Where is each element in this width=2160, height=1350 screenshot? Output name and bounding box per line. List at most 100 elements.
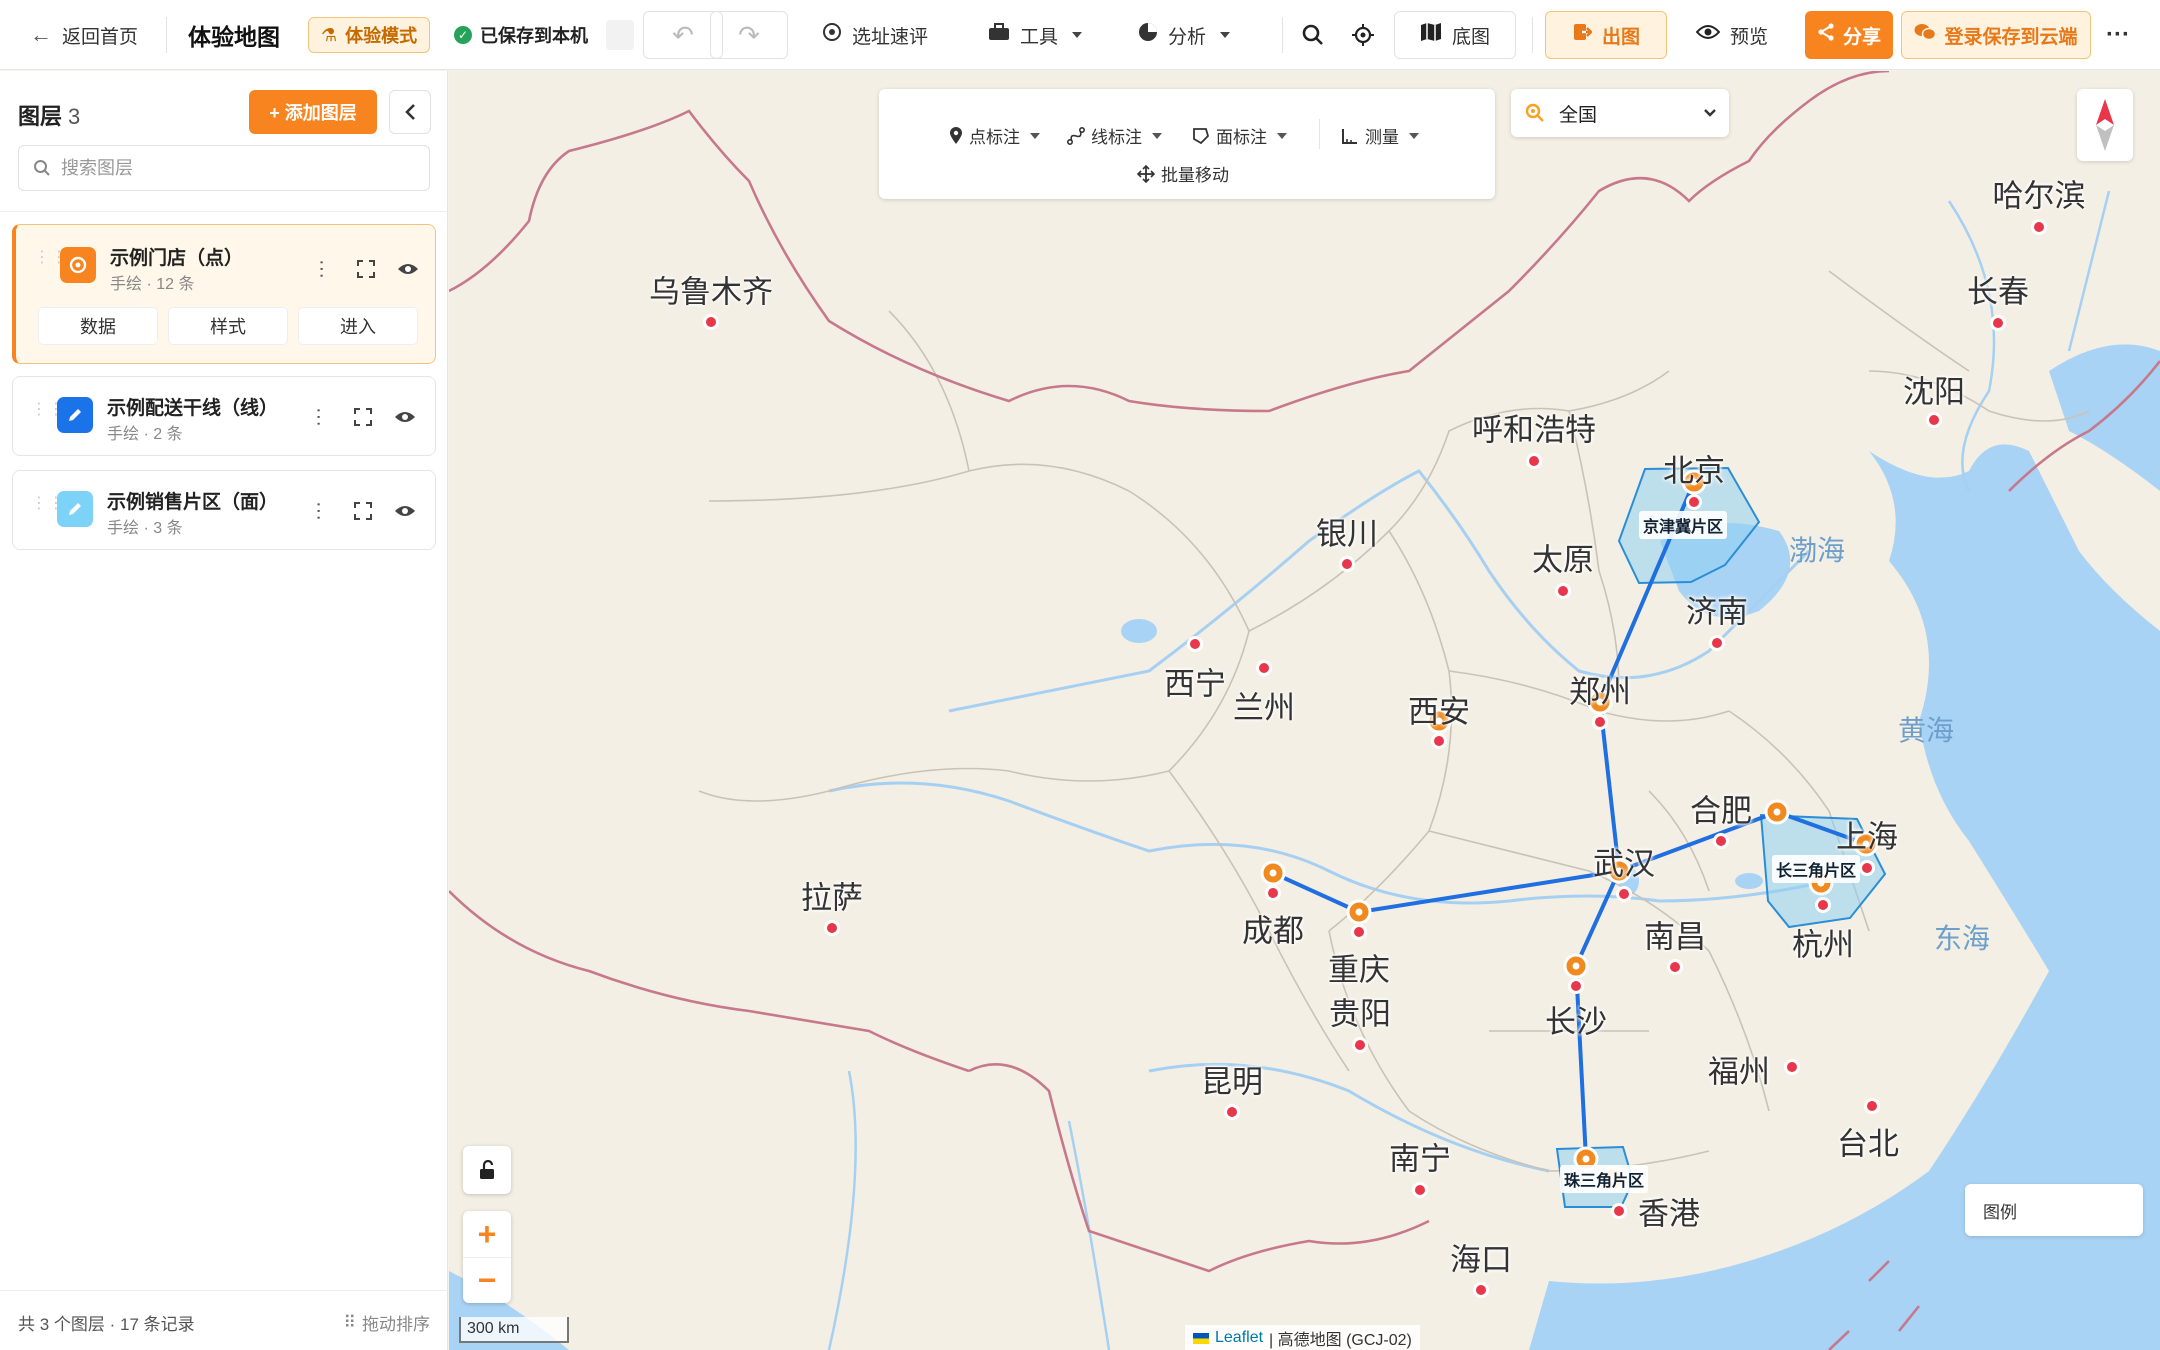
city-dot [1352,1037,1368,1053]
leaflet-link[interactable]: Leaflet [1215,1329,1263,1347]
layer-visibility-toggle[interactable] [394,255,422,283]
city-dot [1339,556,1355,572]
add-layer-button[interactable]: + 添加图层 [249,90,377,134]
city-dot [1815,897,1831,913]
layer-tab-data[interactable]: 数据 [38,307,158,345]
national-border [968,1063,1430,1273]
fullscreen-icon [354,502,372,520]
analysis-menu[interactable]: 分析 [1138,0,1231,70]
zoom-in-button[interactable]: + [463,1211,511,1257]
collapse-panel-button[interactable] [389,90,431,134]
basemap-button[interactable]: 底图 [1394,11,1516,59]
layer-item-regions[interactable]: ⋮⋮ 示例销售片区（面） 手绘 · 3 条 ··· [12,470,436,550]
layer-zoom-extent-button[interactable] [352,255,380,283]
store-marker [1260,860,1286,886]
city-label: 银川 [1316,516,1378,552]
eye-icon [398,264,418,274]
compass-icon [2096,99,2114,151]
zoom-out-button[interactable]: − [463,1257,511,1303]
saved-status: ✓ 已保存到本机 [442,17,600,53]
compass-button[interactable] [2077,89,2133,161]
measure-tool[interactable]: 测量 [1341,123,1419,148]
city-dot [1990,315,2006,331]
toolbox-icon [988,23,1010,47]
city-label: 台北 [1837,1126,1899,1162]
layer-name: 示例配送干线（线） [107,398,279,419]
eye-icon [395,412,415,422]
city-dot [1351,924,1367,940]
divider [1532,17,1533,53]
area-annotation-tool[interactable]: 面标注 [1192,123,1287,148]
experience-mode-badge[interactable]: ⚗ 体验模式 [308,17,431,53]
layer-more-button[interactable]: ··· [305,497,333,525]
chevron-down-icon [1277,132,1287,139]
legend-panel[interactable]: 图例 [1965,1184,2143,1236]
layer-visibility-toggle[interactable] [391,403,419,431]
layer-tab-style[interactable]: 样式 [168,307,288,345]
vertical-dots-icon: ··· [308,501,330,521]
layer-count: 3 [68,104,81,129]
city-label: 武汉 [1593,846,1655,882]
share-icon [1817,23,1835,47]
site-eval-button[interactable]: 选址速评 [822,0,928,70]
sea-area [1869,444,2160,1071]
arrow-left-icon: ← [30,22,52,47]
city-label: 郑州 [1569,674,1631,710]
truncated-chip [606,20,634,50]
undo-icon: ↶ [672,19,694,50]
city-dot [1864,1098,1880,1114]
redo-button[interactable]: ↷ [710,11,788,59]
layer-tab-enter[interactable]: 进入 [298,307,418,345]
batch-move-tool[interactable]: 批量移动 [1137,161,1229,186]
region-selector[interactable]: 全国 [1511,89,1729,137]
map-canvas[interactable]: 乌鲁木齐 哈尔滨 长春 沈阳 呼和浩特 北京 银川 太原 济南 西宁 兰州 西安… [449,71,2160,1350]
polygon-layer-icon [57,491,93,527]
layer-item-stores[interactable]: ⋮⋮ 示例门店（点） 手绘 · 12 条 ··· 数据 样式 进入 [12,224,436,364]
tools-menu[interactable]: 工具 [988,0,1083,70]
layer-more-button[interactable]: ··· [308,255,336,283]
layer-item-routes[interactable]: ⋮⋮ 示例配送干线（线） 手绘 · 2 条 ··· [12,376,436,456]
lake [1121,619,1157,643]
layer-zoom-extent-button[interactable] [349,497,377,525]
back-home-button[interactable]: ← 返回首页 [30,0,138,70]
city-dot [1265,885,1281,901]
layer-zoom-extent-button[interactable] [349,403,377,431]
layer-panel: 图层3 + 添加图层 ⋮⋮ 示例门店（点） 手绘 · 12 条 ··· 数据 样… [0,71,448,1350]
locate-button[interactable] [1339,11,1387,59]
city-label: 西安 [1408,694,1470,730]
province-borders [698,270,2090,1172]
chevron-down-icon [1409,132,1419,139]
city-label: 拉萨 [801,880,863,916]
city-label: 昆明 [1201,1064,1263,1100]
login-save-cloud-button[interactable]: 登录保存到云端 [1901,11,2091,59]
point-annotation-tool[interactable]: 点标注 [949,123,1040,148]
preview-button[interactable]: 预览 [1695,0,1768,70]
city-dot [824,920,840,936]
drag-handle-icon[interactable]: ⋮⋮ [31,496,64,519]
drag-sort-hint: ⠿ 拖动排序 [343,1312,430,1335]
city-label: 长沙 [1545,1004,1607,1040]
layer-more-button[interactable]: ··· [305,403,333,431]
city-dot [1256,660,1272,676]
drag-handle-icon[interactable]: ⋮⋮ [31,402,64,425]
store-marker [1563,953,1589,979]
city-label: 成都 [1242,913,1304,949]
export-button[interactable]: 出图 [1545,11,1667,59]
city-dot [1224,1104,1240,1120]
line-layer-icon [57,397,93,433]
search-button[interactable] [1289,11,1337,59]
share-button[interactable]: 分享 [1805,11,1893,59]
city-dot [1431,733,1447,749]
layer-meta: 手绘 · 3 条 [107,520,183,537]
more-dots-icon: ··· [2106,21,2130,48]
store-marker [1764,799,1790,825]
target-icon [822,22,842,48]
lock-map-button[interactable] [463,1146,511,1194]
layer-visibility-toggle[interactable] [391,497,419,525]
line-annotation-tool[interactable]: 线标注 [1067,123,1162,148]
divider [0,211,448,212]
drag-handle-icon[interactable]: ⋮⋮ [34,250,67,273]
more-menu-button[interactable]: ··· [2106,0,2130,70]
layer-search-input[interactable] [61,157,401,179]
region-selector-value: 全国 [1559,104,1598,126]
